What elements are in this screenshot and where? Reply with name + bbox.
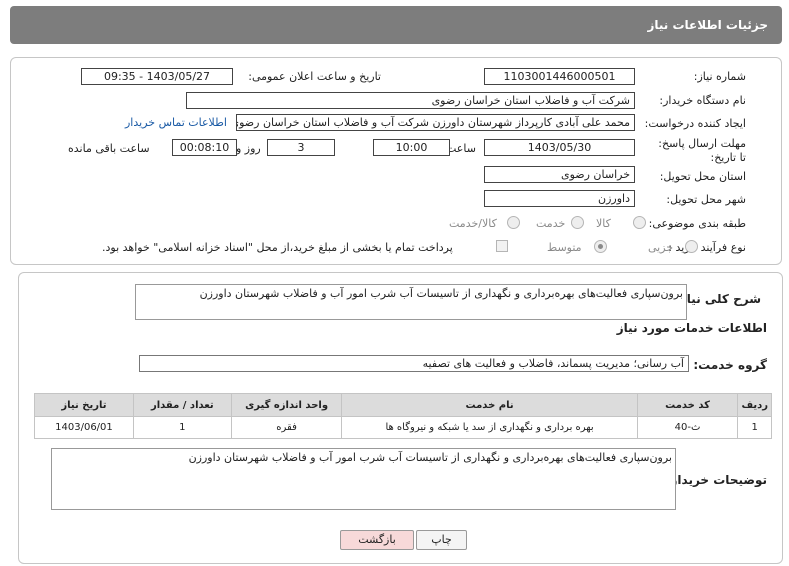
process-medium-label: متوسط (547, 241, 582, 254)
province-field: خراسان رضوی (484, 166, 635, 183)
requester-field: محمد علی آبادی کارپرداز شهرستان داورزن ش… (236, 114, 635, 131)
cell-service-name: بهره برداری و نگهداری از سد یا شبکه و نی… (341, 416, 638, 439)
deadline-time-field: 10:00 (373, 139, 450, 156)
category-goods-label: کالا (596, 217, 611, 230)
col-code-header: کد خدمت (636, 393, 739, 417)
cell-unit: فقره (230, 416, 343, 439)
service-group-label: گروه خدمت: (693, 358, 767, 372)
col-unit-header: واحد اندازه گیری (230, 393, 343, 417)
process-label: نوع فرآیند خرید : (668, 241, 746, 254)
buyer-contact-link[interactable]: اطلاعات تماس خریدار (125, 116, 227, 129)
remaining-time-field: 00:08:10 (172, 139, 237, 156)
category-goods-service-radio[interactable] (507, 216, 520, 229)
remaining-time-label: ساعت باقی مانده (68, 142, 150, 155)
col-name-header: نام خدمت (341, 393, 638, 417)
services-table: ردیف کد خدمت نام خدمت واحد اندازه گیری ت… (34, 393, 772, 439)
deadline-hour-label: ساعت (446, 142, 476, 155)
deadline-date-field: 1403/05/30 (484, 139, 635, 156)
announce-date-label: تاریخ و ساعت اعلان عمومی: (248, 70, 381, 83)
summary-textarea[interactable]: برون‌سپاری فعالیت‌های بهره‌برداری و نگهد… (135, 284, 687, 320)
buyer-org-field: شرکت آب و فاضلاب استان خراسان رضوی (186, 92, 635, 109)
cell-quantity: 1 (132, 416, 232, 439)
treasury-payment-checkbox[interactable] (496, 240, 508, 252)
city-field: داورزن (484, 190, 635, 207)
col-date-header: تاریخ نیاز (34, 393, 134, 417)
need-number-field: 1103001446000501 (484, 68, 635, 85)
need-number-label: شماره نیاز: (693, 70, 746, 83)
remaining-days-field: 3 (267, 139, 335, 156)
buyer-notes-textarea[interactable]: برون‌سپاری فعالیت‌های بهره‌برداری و نگهد… (51, 448, 676, 510)
deadline-label: مهلت ارسال پاسخ: تا تاریخ: (658, 137, 746, 164)
category-goods-service-label: کالا/خدمت (449, 217, 497, 230)
process-minor-radio[interactable] (685, 240, 698, 253)
city-label: شهر محل تحویل: (666, 193, 746, 206)
process-minor-label: جزیی (648, 241, 674, 254)
service-group-field: آب رسانی؛ مدیریت پسماند، فاضلاب و فعالیت… (139, 355, 689, 372)
print-button[interactable]: چاپ (416, 530, 467, 550)
col-quantity-header: تعداد / مقدار (132, 393, 232, 417)
cell-need-date: 1403/06/01 (34, 416, 134, 439)
table-header-row: ردیف کد خدمت نام خدمت واحد اندازه گیری ت… (34, 393, 772, 417)
back-button[interactable]: بازگشت (340, 530, 414, 550)
summary-label: شرح کلی نیاز: (675, 292, 761, 306)
summary-text: برون‌سپاری فعالیت‌های بهره‌برداری و نگهد… (199, 287, 683, 300)
buyer-notes-label: توضیحات خریدار: (665, 473, 767, 487)
page-header: جزئیات اطلاعات نیاز (10, 6, 782, 44)
category-service-label: خدمت (536, 217, 566, 230)
category-goods-radio[interactable] (633, 216, 646, 229)
category-service-radio[interactable] (571, 216, 584, 229)
page-title: جزئیات اطلاعات نیاز (647, 18, 768, 32)
requester-label: ایجاد کننده درخواست: (644, 117, 746, 130)
buyer-org-label: نام دستگاه خریدار: (659, 94, 746, 107)
treasury-payment-note: پرداخت تمام یا بخشی از مبلغ خرید،از محل … (102, 241, 453, 254)
category-label: طبقه بندی موضوعی: (648, 217, 746, 230)
buyer-notes-text: برون‌سپاری فعالیت‌های بهره‌برداری و نگهد… (188, 451, 672, 464)
province-label: استان محل تحویل: (659, 170, 746, 183)
services-title: اطلاعات خدمات مورد نیاز (616, 321, 767, 335)
remaining-days-label: روز و (236, 142, 261, 155)
announce-date-field: 1403/05/27 - 09:35 (81, 68, 233, 85)
col-row-header: ردیف (737, 393, 772, 417)
cell-service-code: ث-40 (636, 416, 739, 439)
cell-row-number: 1 (737, 416, 772, 439)
table-row: 1 ث-40 بهره برداری و نگهداری از سد یا شب… (34, 416, 772, 439)
process-medium-radio[interactable] (594, 240, 607, 253)
